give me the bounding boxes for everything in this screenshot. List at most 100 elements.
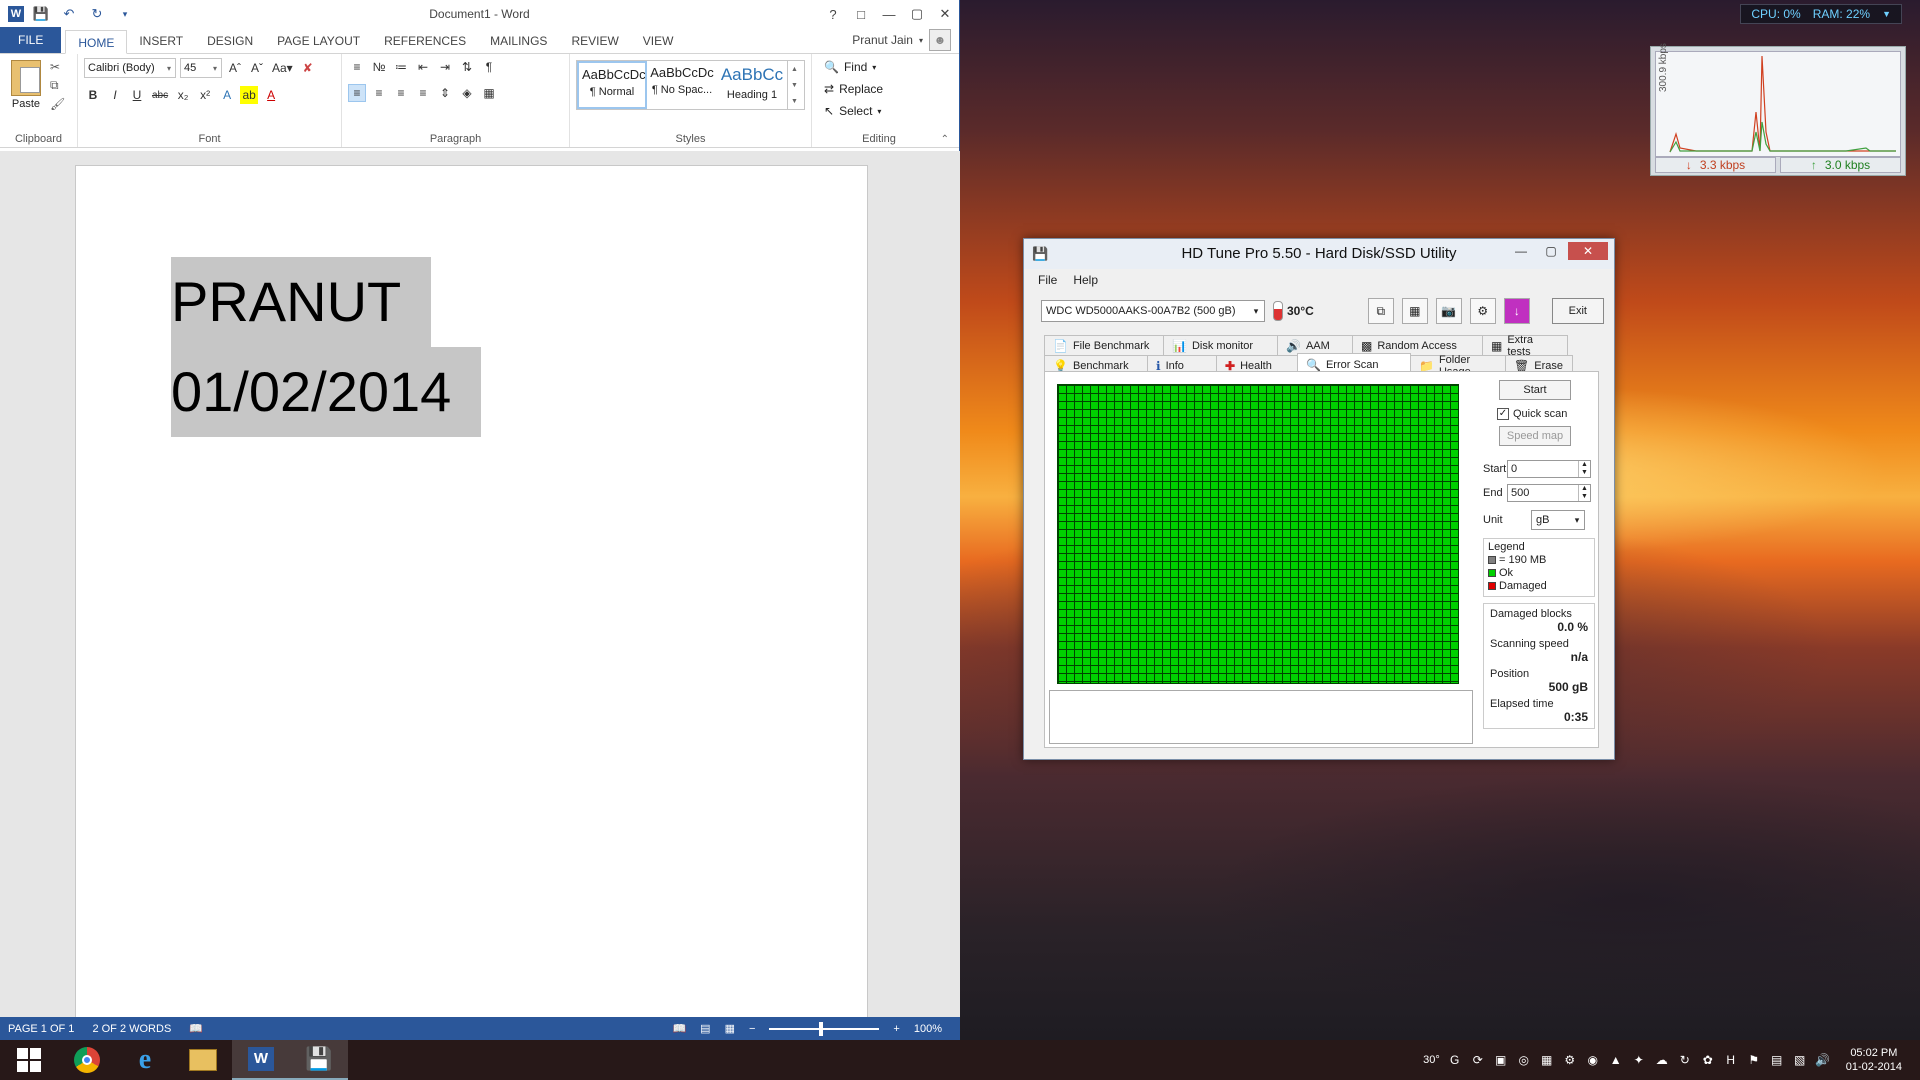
align-right-icon[interactable]: ≡ bbox=[392, 84, 410, 102]
tab-references[interactable]: REFERENCES bbox=[372, 29, 478, 53]
underline-icon[interactable]: U bbox=[128, 86, 146, 104]
network-icon[interactable]: ▧ bbox=[1792, 1052, 1808, 1068]
word-app-icon[interactable]: W bbox=[8, 6, 24, 22]
text-effects-icon[interactable]: A bbox=[218, 86, 236, 104]
zoom-in-icon[interactable]: + bbox=[893, 1023, 899, 1035]
minimize-button[interactable]: — bbox=[1508, 242, 1534, 260]
menu-file[interactable]: File bbox=[1038, 273, 1057, 287]
tab-disk-monitor[interactable]: 📊 Disk monitor bbox=[1163, 335, 1278, 355]
strikethrough-icon[interactable]: abc bbox=[150, 86, 170, 104]
internet-explorer-icon[interactable]: e bbox=[116, 1040, 174, 1080]
maximize-button[interactable]: ▢ bbox=[903, 0, 931, 28]
close-button[interactable]: ✕ bbox=[1568, 242, 1608, 260]
multilevel-list-icon[interactable]: ≔ bbox=[392, 58, 410, 76]
scan-log[interactable] bbox=[1049, 690, 1473, 744]
save-icon[interactable]: 💾 bbox=[30, 4, 52, 24]
decrease-indent-icon[interactable]: ⇤ bbox=[414, 58, 432, 76]
system-monitor-widget[interactable]: CPU: 0% RAM: 22% ▼ bbox=[1740, 4, 1902, 24]
undo-icon[interactable]: ↶ bbox=[58, 4, 80, 24]
document-line-date[interactable]: 01/02/2014 bbox=[171, 347, 482, 437]
collapse-ribbon-icon[interactable]: ⌃ bbox=[941, 134, 949, 145]
tab-mailings[interactable]: MAILINGS bbox=[478, 29, 559, 53]
tab-design[interactable]: DESIGN bbox=[195, 29, 265, 53]
zoom-slider[interactable] bbox=[769, 1021, 880, 1036]
tab-random-access[interactable]: ▩ Random Access bbox=[1352, 335, 1483, 355]
styles-scroll[interactable]: ▲ ▼ ▼ bbox=[787, 61, 801, 109]
shrink-font-icon[interactable]: Aˇ bbox=[248, 59, 266, 77]
app-tray-icon[interactable]: ▦ bbox=[1539, 1052, 1555, 1068]
align-left-icon[interactable]: ≡ bbox=[348, 84, 366, 102]
proofing-icon[interactable]: 📖 bbox=[189, 1022, 203, 1035]
unit-select[interactable]: gB ▾ bbox=[1531, 510, 1585, 530]
help-icon[interactable]: ? bbox=[819, 0, 847, 28]
copy-text-icon[interactable]: ⧉ bbox=[1367, 298, 1394, 324]
zoom-level[interactable]: 100% bbox=[914, 1023, 942, 1035]
volume-icon[interactable]: 🔊 bbox=[1815, 1052, 1831, 1068]
line-spacing-icon[interactable]: ⇕ bbox=[436, 84, 454, 102]
speed-map-button[interactable]: Speed map bbox=[1499, 426, 1571, 446]
file-explorer-icon[interactable] bbox=[174, 1040, 232, 1080]
paste-button[interactable]: Paste bbox=[8, 60, 44, 110]
sort-icon[interactable]: ⇅ bbox=[458, 58, 476, 76]
h-box-icon[interactable]: H bbox=[1723, 1052, 1739, 1068]
minimize-button[interactable]: — bbox=[875, 0, 903, 28]
chrome-icon[interactable] bbox=[58, 1040, 116, 1080]
menu-help[interactable]: Help bbox=[1073, 273, 1098, 287]
hdd-icon[interactable]: ◉ bbox=[1585, 1052, 1601, 1068]
bold-icon[interactable]: B bbox=[84, 86, 102, 104]
tray-temperature[interactable]: 30° bbox=[1423, 1054, 1440, 1066]
document-page[interactable]: PRANUT 01/02/2014 bbox=[75, 165, 868, 1017]
style-normal[interactable]: AaBbCcDc ¶ Normal bbox=[577, 61, 647, 109]
subscript-icon[interactable]: x₂ bbox=[174, 86, 192, 104]
tab-home[interactable]: HOME bbox=[65, 30, 128, 54]
tab-page-layout[interactable]: PAGE LAYOUT bbox=[265, 29, 372, 53]
tab-extra-tests[interactable]: ▦ Extra tests bbox=[1482, 334, 1568, 358]
network-meter-widget[interactable]: 300.9 kbps ↓ 3.3 kbps ↑ 3.0 kbps bbox=[1650, 43, 1906, 176]
tab-file[interactable]: FILE bbox=[0, 27, 62, 53]
clear-formatting-icon[interactable]: ✘ bbox=[299, 59, 317, 77]
numbering-icon[interactable]: № bbox=[370, 58, 388, 76]
change-case-icon[interactable]: Aa▾ bbox=[270, 59, 295, 77]
google-icon[interactable]: G bbox=[1447, 1052, 1463, 1068]
refresh-icon[interactable]: ↻ bbox=[1677, 1052, 1693, 1068]
show-formatting-icon[interactable]: ¶ bbox=[480, 58, 498, 76]
start-spinner[interactable]: 0 ▲ ▼ bbox=[1507, 460, 1591, 478]
zoom-thumb[interactable] bbox=[819, 1021, 824, 1036]
start-button[interactable] bbox=[0, 1040, 58, 1080]
quick-scan-checkbox[interactable]: ✓ Quick scan bbox=[1497, 408, 1595, 420]
clock[interactable]: 05:02 PM 01-02-2014 bbox=[1846, 1046, 1902, 1074]
document-line-name[interactable]: PRANUT bbox=[171, 257, 432, 347]
tab-file-benchmark[interactable]: 📄 File Benchmark bbox=[1044, 335, 1164, 355]
chevron-down-icon[interactable]: ▼ bbox=[791, 82, 798, 89]
end-spinner[interactable]: 500 ▲ ▼ bbox=[1507, 484, 1591, 502]
highlight-icon[interactable]: ab bbox=[240, 86, 259, 104]
print-layout-icon[interactable]: ▤ bbox=[700, 1022, 710, 1035]
chevron-up-icon[interactable]: ▲ bbox=[791, 66, 798, 73]
increase-indent-icon[interactable]: ⇥ bbox=[436, 58, 454, 76]
word-icon[interactable]: W bbox=[232, 1040, 290, 1080]
copy-all-icon[interactable]: ▦ bbox=[1401, 298, 1428, 324]
zoom-out-icon[interactable]: − bbox=[749, 1023, 755, 1035]
bullets-icon[interactable]: ≡ bbox=[348, 58, 366, 76]
drive-select[interactable]: WDC WD5000AAKS-00A7B2 (500 gB) ▾ bbox=[1041, 300, 1265, 322]
justify-icon[interactable]: ≡ bbox=[414, 84, 432, 102]
ribbon-display-options-icon[interactable]: □ bbox=[847, 0, 875, 28]
spinner-arrows-icon[interactable]: ▲ ▼ bbox=[1578, 461, 1590, 477]
select-button[interactable]: ↖ Select ▾ bbox=[824, 102, 940, 120]
cut-icon[interactable]: ✂ bbox=[50, 60, 65, 74]
style-no-spacing[interactable]: AaBbCcDc ¶ No Spac... bbox=[647, 61, 717, 109]
hdtune-icon[interactable]: 💾 bbox=[290, 1040, 348, 1080]
gear-icon[interactable]: ⚙ bbox=[1562, 1052, 1578, 1068]
tab-view[interactable]: VIEW bbox=[631, 29, 686, 53]
grow-font-icon[interactable]: Aˆ bbox=[226, 59, 244, 77]
tab-aam[interactable]: 🔊 AAM bbox=[1277, 335, 1353, 355]
options-icon[interactable]: ⚙ bbox=[1469, 298, 1496, 324]
start-scan-button[interactable]: Start bbox=[1499, 380, 1571, 400]
italic-icon[interactable]: I bbox=[106, 86, 124, 104]
download-icon[interactable]: ↓ bbox=[1503, 298, 1530, 324]
align-center-icon[interactable]: ≡ bbox=[370, 84, 388, 102]
shading-icon[interactable]: ◈ bbox=[458, 84, 476, 102]
leaf-icon[interactable]: ✿ bbox=[1700, 1052, 1716, 1068]
read-mode-icon[interactable]: 📖 bbox=[672, 1022, 686, 1035]
font-size-combo[interactable]: 45 ▾ bbox=[180, 58, 222, 78]
